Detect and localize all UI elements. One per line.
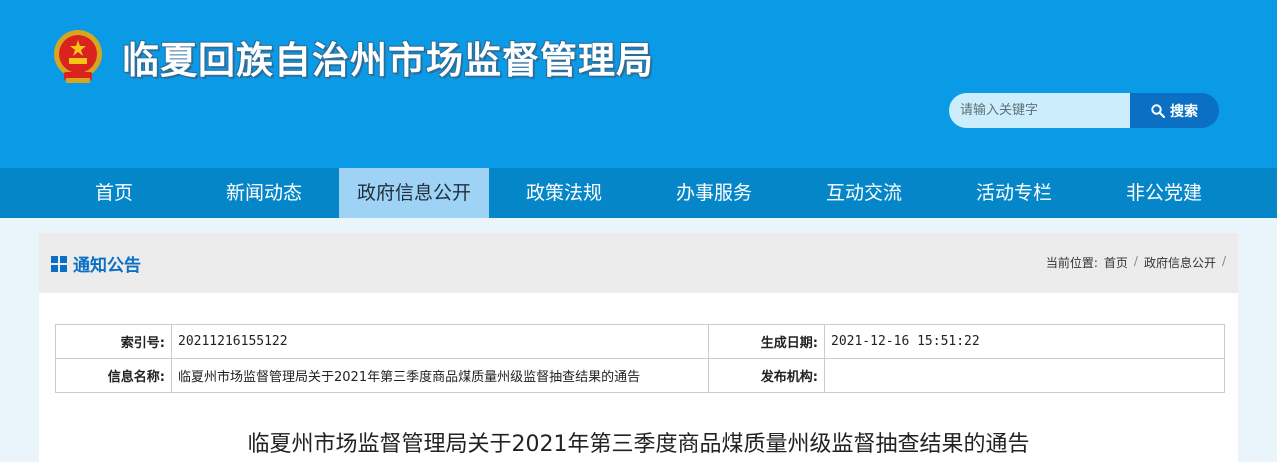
main-nav: 首页 新闻动态 政府信息公开 政策法规 办事服务 互动交流 活动专栏 非公党建 bbox=[0, 168, 1277, 218]
site-title: 临夏回族自治州市场监督管理局 bbox=[122, 39, 654, 82]
section-title-wrap: 通知公告 bbox=[51, 251, 141, 276]
nav-item-gov-info[interactable]: 政府信息公开 bbox=[339, 168, 489, 218]
table-row: 索引号: 20211216155122 生成日期: 2021-12-16 15:… bbox=[55, 324, 1225, 359]
breadcrumb: 当前位置: 首页 / 政府信息公开 / bbox=[1046, 254, 1226, 271]
nav-item-news[interactable]: 新闻动态 bbox=[189, 168, 339, 218]
article-title: 临夏州市场监督管理局关于2021年第三季度商品煤质量州级监督抽查结果的通告 bbox=[247, 432, 1030, 457]
breadcrumb-home[interactable]: 首页 bbox=[1104, 254, 1128, 271]
content-card: 通知公告 当前位置: 首页 / 政府信息公开 / 索引号: 2021121615… bbox=[39, 233, 1238, 462]
breadcrumb-prefix: 当前位置: bbox=[1045, 256, 1098, 270]
search-icon bbox=[1151, 103, 1165, 118]
section-title: 通知公告 bbox=[73, 256, 141, 276]
search-button[interactable]: 搜索 bbox=[1130, 93, 1219, 128]
table-row: 信息名称: 临夏州市场监督管理局关于2021年第三季度商品煤质量州级监督抽查结果… bbox=[55, 358, 1225, 393]
site-header: 临夏回族自治州市场监督管理局 搜索 bbox=[0, 0, 1277, 168]
nav-item-interaction[interactable]: 互动交流 bbox=[789, 168, 939, 218]
nav-item-activities[interactable]: 活动专栏 bbox=[939, 168, 1089, 218]
breadcrumb-gov-info[interactable]: 政府信息公开 bbox=[1144, 254, 1216, 271]
nav-item-party[interactable]: 非公党建 bbox=[1089, 168, 1239, 218]
section-header: 通知公告 当前位置: 首页 / 政府信息公开 / bbox=[39, 233, 1238, 293]
breadcrumb-separator: / bbox=[1133, 254, 1138, 268]
nav-item-home[interactable]: 首页 bbox=[39, 168, 189, 218]
search-box: 搜索 bbox=[949, 93, 1219, 128]
info-table: 索引号: 20211216155122 生成日期: 2021-12-16 15:… bbox=[55, 324, 1225, 393]
index-label: 索引号: bbox=[55, 324, 172, 359]
national-emblem-icon bbox=[54, 30, 102, 83]
name-value: 临夏州市场监督管理局关于2021年第三季度商品煤质量州级监督抽查结果的通告 bbox=[171, 358, 709, 393]
date-label: 生成日期: bbox=[708, 324, 825, 359]
breadcrumb-separator: / bbox=[1221, 254, 1226, 268]
nav-item-services[interactable]: 办事服务 bbox=[639, 168, 789, 218]
grid-icon bbox=[51, 255, 67, 272]
name-label: 信息名称: bbox=[55, 358, 172, 393]
search-button-label: 搜索 bbox=[1170, 103, 1198, 120]
nav-item-policy[interactable]: 政策法规 bbox=[489, 168, 639, 218]
org-label: 发布机构: bbox=[708, 358, 825, 393]
index-value: 20211216155122 bbox=[171, 324, 709, 359]
search-input[interactable] bbox=[949, 93, 1132, 128]
org-value bbox=[824, 358, 1225, 393]
date-value: 2021-12-16 15:51:22 bbox=[824, 324, 1225, 359]
